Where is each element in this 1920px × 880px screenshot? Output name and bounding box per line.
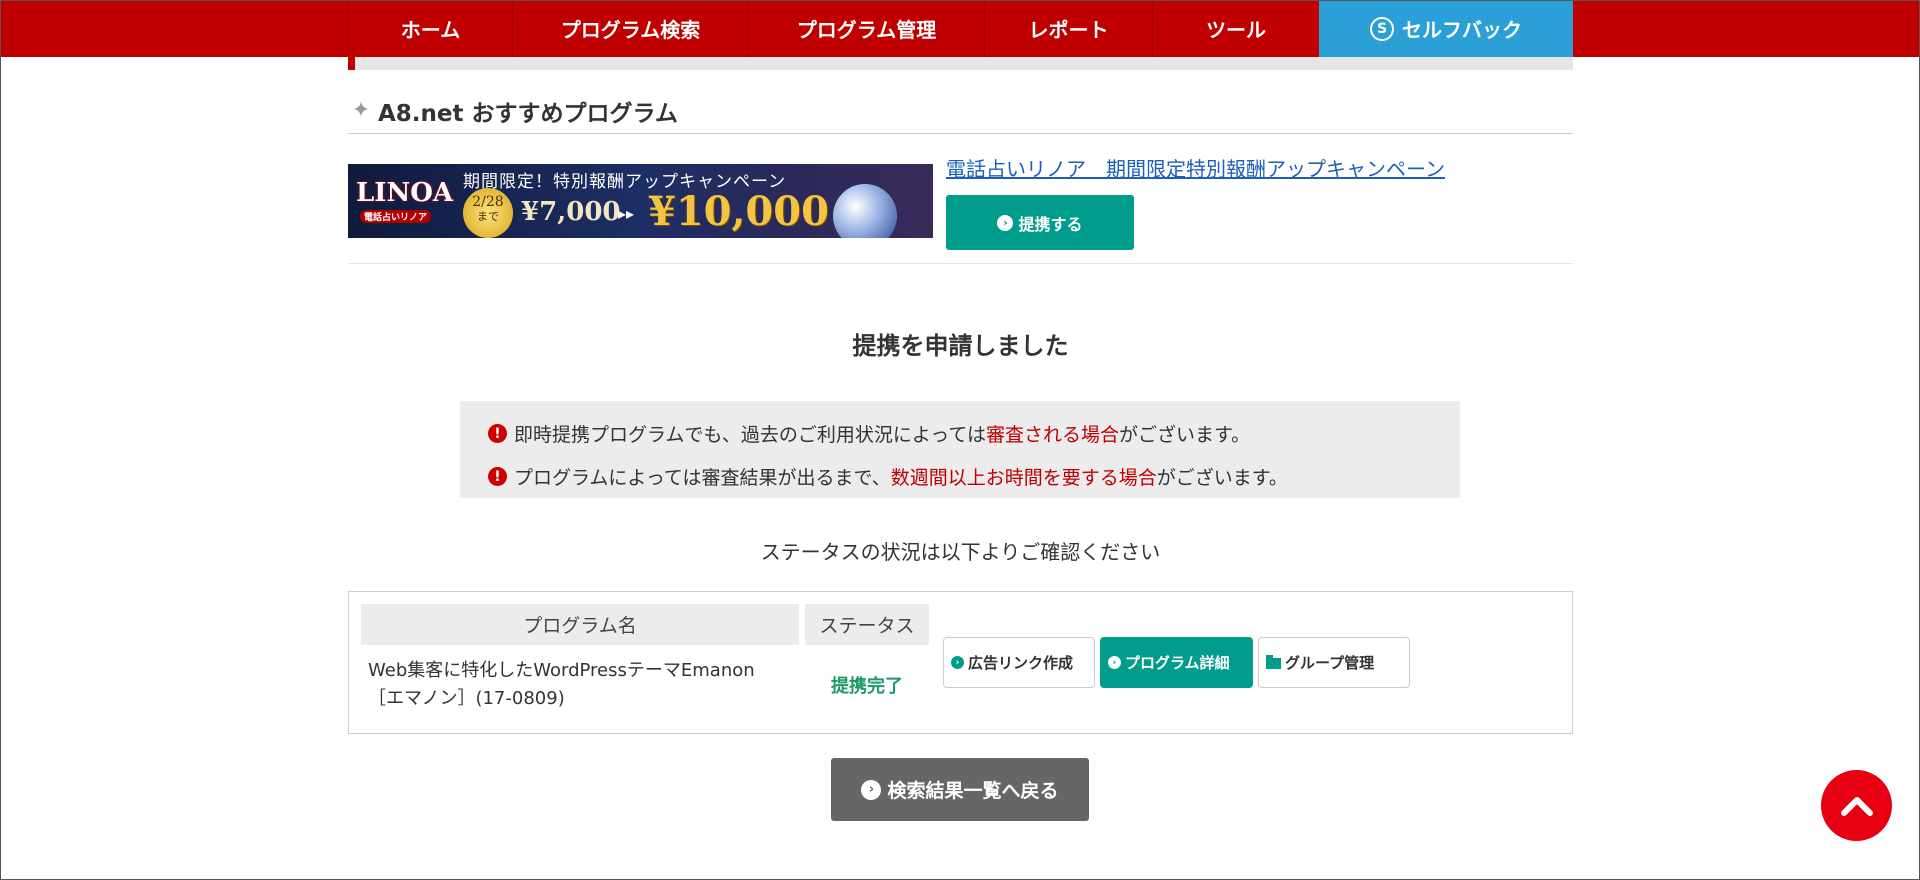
crystal-ball-image (833, 184, 897, 238)
nav-selfback[interactable]: S セルフバック (1319, 0, 1573, 57)
warning-icon: ! (488, 467, 507, 486)
banner-date-badge: 2/28 まで (463, 188, 513, 238)
folder-icon (1266, 655, 1281, 669)
warning-icon: ! (488, 424, 507, 443)
recommend-title: A8.net おすすめプログラム (378, 100, 678, 127)
nav-program-management[interactable]: プログラム管理 (748, 0, 984, 57)
header-program-name: プログラム名 (361, 604, 799, 645)
program-name: Web集客に特化したWordPressテーマEmanon ［エマノン］(17-0… (368, 660, 755, 709)
applied-title: 提携を申請しました (852, 332, 1069, 360)
program-detail-button[interactable]: › プログラム詳細 (1100, 637, 1253, 688)
nav-tool[interactable]: ツール (1152, 0, 1319, 57)
arrow-circle-icon: › (951, 656, 964, 669)
notice-box: ! 即時提携プログラムでも、過去のご利用状況によっては 審査される場合 がございます… (460, 401, 1460, 498)
header-status: ステータス (805, 604, 929, 645)
main-nav: ホーム プログラム検索 プログラム管理 レポート ツール S セルフバック (348, 0, 1573, 57)
notice-line: ! 即時提携プログラムでも、過去のご利用状況によっては 審査される場合 がございます… (488, 412, 1460, 455)
recommend-heading: ✦ A8.net おすすめプログラム (348, 88, 1573, 134)
create-ad-link-button[interactable]: › 広告リンク作成 (943, 637, 1095, 688)
arrow-circle-icon: › (861, 779, 882, 800)
selfback-s-icon: S (1370, 16, 1394, 41)
linoa-logo: LINOA 電話占いリノア (356, 178, 454, 223)
nav-program-search[interactable]: プログラム検索 (512, 0, 748, 57)
campaign-link[interactable]: 電話占いリノア 期間限定特別報酬アップキャンペーン (946, 153, 1445, 182)
sparkle-icon: ✦ (351, 98, 371, 123)
campaign-banner[interactable]: LINOA 電話占いリノア 期間限定！特別報酬アップキャンペーン 2/28 まで… (348, 164, 933, 238)
strip-accent (348, 57, 355, 70)
scroll-to-top-button[interactable] (1821, 770, 1892, 841)
arrow-circle-icon: › (1108, 656, 1121, 669)
chevron-up-icon (1840, 796, 1873, 816)
status-caption: ステータスの状況は以下よりご確認ください (760, 540, 1161, 564)
banner-price-new: ¥10,000 (648, 188, 829, 235)
arrow-circle-icon: › (997, 214, 1014, 231)
status-badge: 提携完了 (831, 676, 903, 697)
status-table: プログラム名 ステータス Web集客に特化したWordPressテーマEmano… (348, 591, 1573, 734)
nav-home[interactable]: ホーム (348, 0, 512, 57)
partner-button[interactable]: › 提携する (946, 195, 1134, 250)
back-to-results-button[interactable]: › 検索結果一覧へ戻る (831, 758, 1089, 821)
sub-header-strip (348, 57, 1573, 70)
banner-price-old: ¥7,000 (521, 197, 621, 227)
notice-line: ! プログラムによっては審査結果が出るまで、 数週間以上お時間を要する場合 がござい… (488, 455, 1460, 498)
divider (348, 263, 1573, 264)
banner-arrows-icon: ▸▸ (618, 204, 635, 223)
group-management-button[interactable]: グループ管理 (1258, 637, 1410, 688)
nav-report[interactable]: レポート (984, 0, 1152, 57)
